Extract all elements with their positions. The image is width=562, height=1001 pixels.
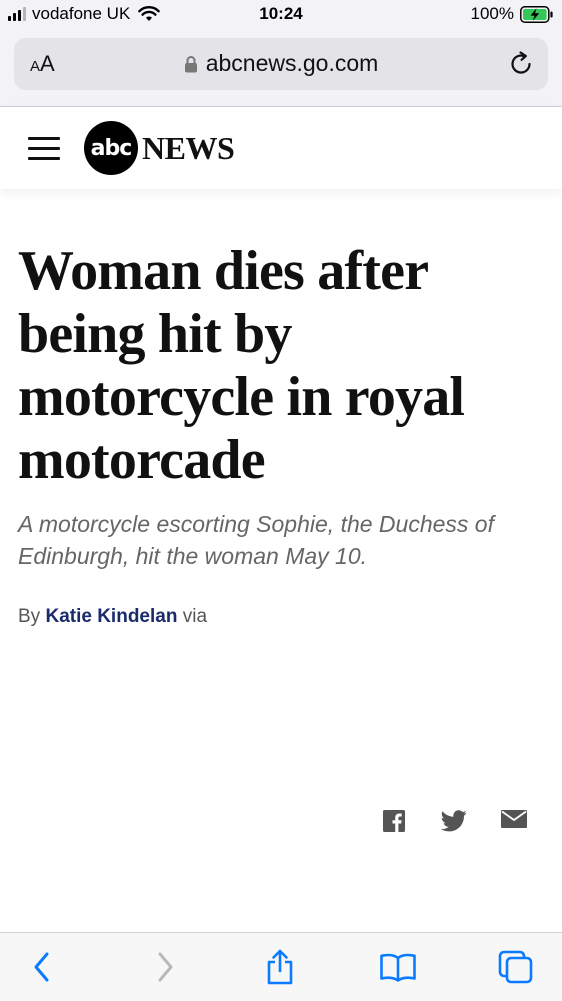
share-icon	[267, 949, 293, 985]
battery-percent: 100%	[470, 4, 514, 23]
bookmarks-button[interactable]	[378, 949, 418, 985]
email-share-button[interactable]	[501, 810, 527, 833]
byline-suffix: via	[182, 606, 208, 627]
author-link[interactable]: Katie Kindelan	[45, 606, 177, 627]
twitter-icon	[440, 810, 467, 832]
tabs-icon	[498, 950, 533, 984]
byline-prefix: By	[18, 606, 41, 627]
twitter-share-button[interactable]	[440, 810, 467, 837]
forward-icon	[158, 952, 173, 982]
url-display[interactable]: abcnews.go.com	[14, 50, 548, 77]
hamburger-menu-icon[interactable]	[28, 137, 60, 161]
browser-chrome: AA abcnews.go.com	[0, 30, 562, 107]
site-header: abc NEWS	[0, 107, 562, 189]
byline: By Katie Kindelan via	[18, 606, 207, 628]
news-wordmark: NEWS	[142, 129, 235, 166]
reload-button[interactable]	[508, 51, 534, 77]
bookmarks-icon	[380, 953, 416, 982]
abc-news-logo[interactable]: abc NEWS	[84, 121, 235, 175]
facebook-share-button[interactable]	[383, 810, 405, 837]
tabs-button[interactable]	[496, 949, 536, 985]
status-bar: vodafone UK 10:24 100%	[0, 0, 562, 30]
browser-toolbar	[0, 932, 562, 1001]
battery-charging-icon	[520, 5, 553, 23]
share-button[interactable]	[260, 949, 300, 985]
article-headline: Woman dies after being hit by motorcycle…	[18, 240, 465, 491]
article-subheadline: A motorcycle escorting Sophie, the Duche…	[18, 511, 494, 569]
url-text: abcnews.go.com	[205, 50, 379, 76]
back-button[interactable]	[22, 949, 62, 985]
facebook-icon	[383, 810, 405, 832]
back-icon	[34, 952, 49, 982]
battery-group: 100%	[471, 4, 554, 24]
forward-button[interactable]	[145, 949, 185, 985]
share-bar	[380, 810, 530, 838]
email-icon	[501, 810, 527, 828]
abc-logo-circle: abc	[84, 121, 138, 175]
address-bar[interactable]: AA abcnews.go.com	[14, 38, 548, 90]
lock-icon	[184, 56, 197, 73]
